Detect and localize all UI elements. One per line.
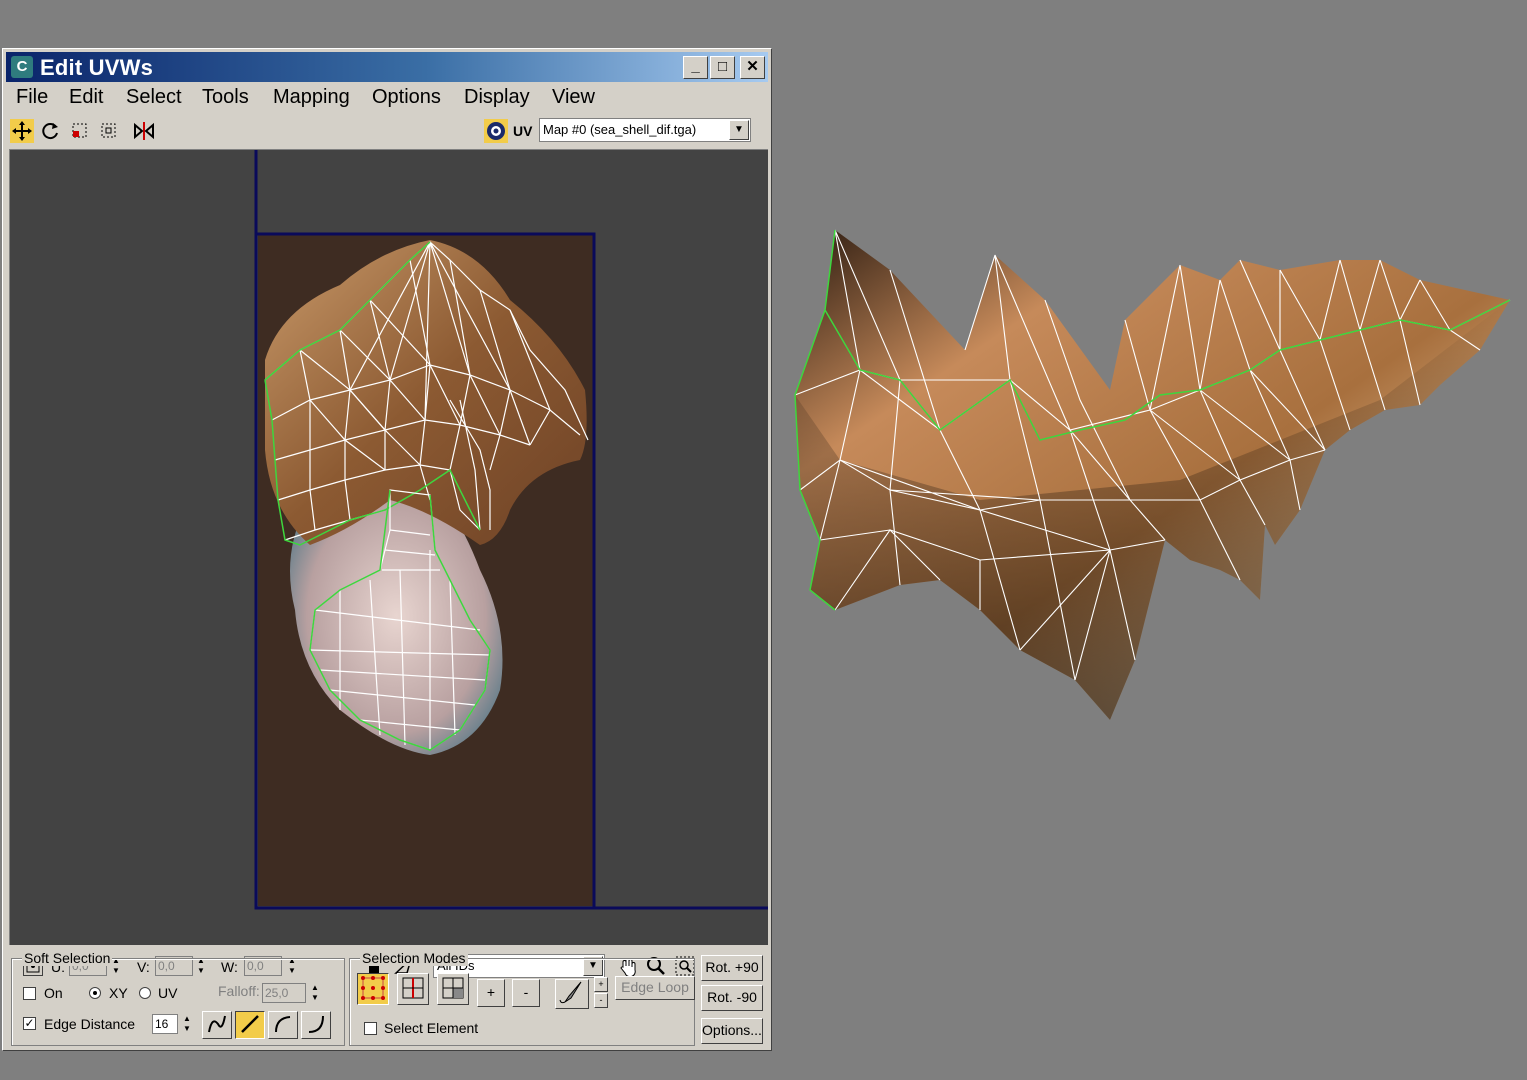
falloff-spinner[interactable]: ▲ ▼ (309, 983, 321, 1003)
shell-body (795, 230, 1510, 720)
viewport-3d-shell-model[interactable] (780, 200, 1520, 740)
max-app-icon: C (11, 56, 33, 78)
soft-selection-on-label: On (44, 985, 63, 1001)
uv-label: UV (513, 123, 533, 139)
face-mode-icon (442, 977, 464, 999)
scale-icon[interactable] (68, 119, 92, 143)
uv-editor-viewport[interactable] (9, 149, 768, 945)
menu-select[interactable]: Select (126, 86, 182, 109)
soft-selection-title: Soft Selection (22, 950, 113, 966)
checker-map-icon[interactable] (484, 119, 508, 143)
xy-radio[interactable] (89, 987, 101, 999)
close-button[interactable]: ✕ (740, 56, 765, 79)
brush-size-down-button[interactable]: - (594, 993, 608, 1008)
menu-view[interactable]: View (552, 86, 595, 109)
falloff-field[interactable]: 25,0 (262, 983, 306, 1003)
chevron-down-icon[interactable]: ▼ (729, 120, 749, 140)
move-icon[interactable] (10, 119, 34, 143)
brush-size-up-button[interactable]: + (594, 977, 608, 992)
xy-label: XY (109, 985, 128, 1001)
menu-bar: File Edit Select Tools Mapping Options D… (6, 83, 768, 111)
uv-canvas[interactable] (10, 150, 768, 945)
menu-mapping[interactable]: Mapping (273, 86, 350, 109)
rotate-minus-90-button[interactable]: Rot. -90 (701, 985, 763, 1011)
edge-distance-field[interactable]: 16 (152, 1014, 178, 1034)
edge-mode-icon (402, 977, 424, 999)
selection-modes-group: Selection Modes + - + - Edge Loop Select… (349, 950, 695, 1046)
menu-options[interactable]: Options (372, 86, 441, 109)
paint-brush-button[interactable] (555, 979, 589, 1009)
minimize-button[interactable]: _ (683, 56, 708, 79)
maximize-button[interactable]: □ (710, 56, 735, 79)
edge-distance-checkbox[interactable]: ✓ (23, 1017, 36, 1030)
mirror-icon[interactable] (132, 119, 156, 143)
falloff-fast-out-icon (308, 1015, 324, 1033)
selection-modes-title: Selection Modes (360, 950, 468, 966)
vertex-mode-button[interactable] (357, 973, 389, 1005)
soft-selection-group: Soft Selection On XY UV Falloff: 25,0 ▲ ▼… (11, 950, 345, 1046)
falloff-smooth-icon (208, 1015, 226, 1033)
rotate-plus-90-button[interactable]: Rot. +90 (701, 955, 763, 981)
edit-uvws-window: C Edit UVWs _ □ ✕ File Edit Select Tools… (2, 48, 772, 1051)
window-title: Edit UVWs (40, 55, 154, 80)
edge-distance-spinner[interactable]: ▲ ▼ (181, 1014, 193, 1034)
edge-mode-button[interactable] (397, 973, 429, 1005)
menu-file[interactable]: File (16, 86, 48, 109)
options-button[interactable]: Options... (701, 1018, 763, 1044)
select-element-checkbox[interactable] (364, 1022, 377, 1035)
freeform-icon[interactable] (97, 119, 121, 143)
paint-brush-icon (559, 981, 582, 1004)
menu-edit[interactable]: Edit (69, 86, 103, 109)
shrink-selection-button[interactable]: - (512, 979, 540, 1007)
map-select[interactable]: Map #0 (sea_shell_dif.tga) ▼ (539, 118, 751, 142)
uv-radio[interactable] (139, 987, 151, 999)
menu-display[interactable]: Display (464, 86, 530, 109)
soft-selection-on-checkbox[interactable] (23, 987, 36, 1000)
falloff-smooth-button[interactable] (202, 1011, 232, 1039)
falloff-fast-out-button[interactable] (301, 1011, 331, 1039)
edge-loop-button[interactable]: Edge Loop (615, 976, 695, 1000)
uv-radio-label: UV (158, 985, 178, 1001)
select-element-label: Select Element (384, 1020, 479, 1036)
falloff-slow-out-icon (275, 1016, 291, 1033)
falloff-linear-button[interactable] (235, 1011, 265, 1039)
map-select-value: Map #0 (sea_shell_dif.tga) (543, 122, 697, 137)
face-mode-button[interactable] (437, 973, 469, 1005)
rotate-icon[interactable] (38, 119, 62, 143)
uv-toolbar: UV Map #0 (sea_shell_dif.tga) ▼ (6, 113, 768, 147)
falloff-linear-icon (241, 1015, 259, 1033)
falloff-slow-out-button[interactable] (268, 1011, 298, 1039)
vertex-mode-icon (361, 976, 385, 1000)
edge-distance-label: Edge Distance (44, 1016, 136, 1032)
title-bar[interactable]: C Edit UVWs _ □ ✕ (6, 52, 768, 82)
falloff-label: Falloff: (218, 983, 260, 999)
menu-tools[interactable]: Tools (202, 86, 249, 109)
grow-selection-button[interactable]: + (477, 979, 505, 1007)
